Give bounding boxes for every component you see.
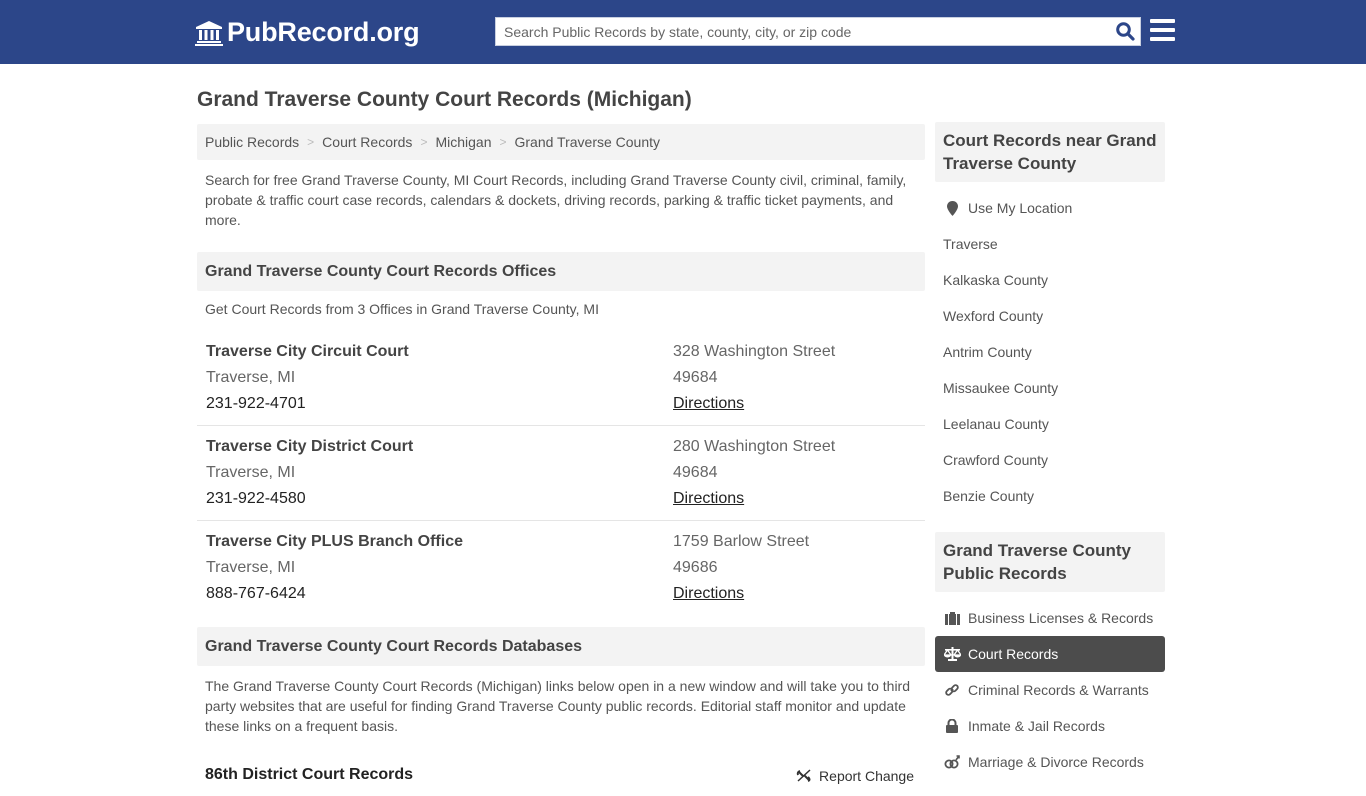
nearby-list: Use My Location Traverse Kalkaska County… [935,182,1165,520]
sidebar-item-inmate-records[interactable]: Inmate & Jail Records [935,708,1165,744]
sidebar-item-marriage-divorce[interactable]: Marriage & Divorce Records [935,744,1165,780]
broken-link-icon [796,769,811,782]
sidebar-item-criminal-records[interactable]: Criminal Records & Warrants [935,672,1165,708]
office-city-state: Traverse, MI [206,369,296,386]
courthouse-icon [195,20,223,46]
directions-link[interactable]: Directions [673,581,809,607]
databases-description: The Grand Traverse County Court Records … [205,678,911,734]
directions-link[interactable]: Directions [673,391,835,417]
office-phone[interactable]: 231-922-4701 [206,391,409,417]
office-name: Traverse City PLUS Branch Office [206,533,463,550]
office-street: 1759 Barlow Street [673,533,810,550]
logo-text: PubRecord.org [227,17,420,47]
nearby-link-antrim-county[interactable]: Antrim County [935,334,1165,370]
database-title-link[interactable]: 86th District Court Records [205,766,413,784]
link-chain-icon [943,682,961,698]
menu-bar [1150,19,1175,23]
map-marker-icon [943,200,961,216]
search-input[interactable] [496,18,1110,45]
breadcrumb-separator: > [307,135,315,149]
lock-icon [943,718,961,734]
report-change-label: Report Change [819,768,914,784]
use-my-location-button[interactable]: Use My Location [935,190,1165,226]
breadcrumb-court-records[interactable]: Court Records [322,134,412,150]
office-city-state: Traverse, MI [206,464,296,481]
office-zip: 49684 [673,464,718,481]
office-phone[interactable]: 231-922-4580 [206,486,413,512]
offices-heading: Grand Traverse County Court Records Offi… [197,252,925,291]
nearby-link-traverse[interactable]: Traverse [935,226,1165,262]
search-icon [1115,22,1135,41]
use-my-location-label: Use My Location [968,200,1073,216]
databases-heading: Grand Traverse County Court Records Data… [197,627,925,666]
office-card: Traverse City Circuit Court Traverse, MI… [197,331,925,426]
menu-bar [1150,37,1175,41]
breadcrumb-michigan[interactable]: Michigan [435,134,491,150]
sidebar-item-business-licenses[interactable]: Business Licenses & Records [935,600,1165,636]
top-navigation-bar: PubRecord.org [0,0,1366,64]
office-street: 280 Washington Street [673,438,836,455]
hamburger-menu-button[interactable] [1150,19,1175,42]
sidebar: Court Records near Grand Traverse County… [935,122,1165,786]
breadcrumb-separator: > [499,135,507,149]
nearby-link-kalkaska-county[interactable]: Kalkaska County [935,262,1165,298]
nearby-link-benzie-county[interactable]: Benzie County [935,478,1165,514]
office-name: Traverse City Circuit Court [206,343,409,360]
breadcrumb-separator: > [420,135,428,149]
nearby-link-missaukee-county[interactable]: Missaukee County [935,370,1165,406]
report-change-button[interactable]: Report Change [796,768,914,784]
breadcrumb-public-records[interactable]: Public Records [205,134,299,150]
office-street: 328 Washington Street [673,343,836,360]
office-city-state: Traverse, MI [206,559,296,576]
office-card: Traverse City PLUS Branch Office Travers… [197,521,925,616]
sidebar-item-label: Inmate & Jail Records [968,718,1105,734]
sidebar-item-court-records[interactable]: Court Records [935,636,1165,672]
search-bar [495,17,1141,46]
page-title: Grand Traverse County Court Records (Mic… [197,88,692,111]
main-content: Public Records > Court Records > Michiga… [197,124,925,796]
breadcrumb: Public Records > Court Records > Michiga… [197,124,925,160]
site-logo[interactable]: PubRecord.org [195,17,420,48]
sidebar-item-label: Criminal Records & Warrants [968,682,1149,698]
nearby-link-wexford-county[interactable]: Wexford County [935,298,1165,334]
public-records-heading: Grand Traverse County Public Records [935,532,1165,592]
breadcrumb-current: Grand Traverse County [514,134,661,150]
directions-link[interactable]: Directions [673,486,835,512]
sidebar-item-label: Business Licenses & Records [968,610,1154,626]
nearby-link-crawford-county[interactable]: Crawford County [935,442,1165,478]
offices-subtitle: Get Court Records from 3 Offices in Gran… [205,301,599,317]
office-zip: 49684 [673,369,718,386]
office-phone[interactable]: 888-767-6424 [206,581,463,607]
office-name: Traverse City District Court [206,438,414,455]
search-button[interactable] [1110,18,1140,45]
balance-scale-icon [943,646,961,662]
intro-text: Search for free Grand Traverse County, M… [205,172,907,228]
office-card: Traverse City District Court Traverse, M… [197,426,925,521]
nearby-heading: Court Records near Grand Traverse County [935,122,1165,182]
public-records-list: Business Licenses & Records Court Record… [935,592,1165,786]
sidebar-item-label: Court Records [968,646,1059,662]
nearby-link-leelanau-county[interactable]: Leelanau County [935,406,1165,442]
menu-bar [1150,28,1175,32]
office-zip: 49686 [673,559,718,576]
briefcase-icon [943,610,961,626]
database-item: 86th District Court Records Report Chang… [197,766,925,796]
